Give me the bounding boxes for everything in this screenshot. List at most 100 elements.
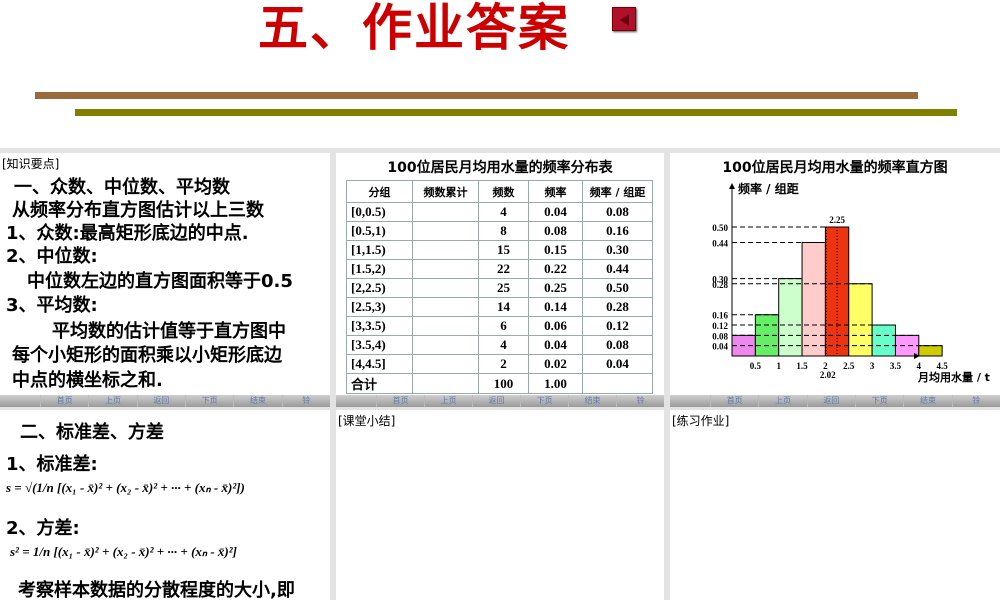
table-cell: 0.22: [528, 259, 583, 279]
nav-bar: 首页 上页 返回 下页 结束铃: [0, 395, 330, 407]
table-cell: 8: [478, 221, 529, 241]
x-axis-label: 月均用水量 / t: [917, 370, 990, 384]
table-cell: 0.28: [582, 297, 653, 317]
text-line: 2、方差:: [6, 518, 80, 539]
nav-button[interactable]: 首页: [40, 395, 88, 407]
divider-brown: [35, 92, 918, 99]
nav-button[interactable]: 铃: [281, 395, 330, 407]
y-axis-label: 频率 / 组距: [738, 181, 799, 196]
table-cell: 100: [478, 373, 529, 394]
histogram-bar: [778, 278, 803, 357]
table-row: [1.5,2) 22 0.22 0.44: [346, 259, 653, 279]
table-cell: [1.5,2): [346, 259, 413, 279]
nav-button[interactable]: 结束: [568, 395, 616, 407]
nav-button[interactable]: 上页: [424, 395, 472, 407]
table-cell: 0.08: [582, 202, 653, 222]
table-cell: [582, 373, 653, 394]
x-tick-label: 2.5: [843, 361, 855, 371]
table-cell: 0.04: [528, 202, 583, 222]
table-cell: 0.04: [528, 335, 583, 355]
nav-button[interactable]: 结束: [903, 395, 951, 407]
table-row: 合计 100 1.00: [346, 373, 653, 394]
nav-button[interactable]: 铃: [951, 395, 1000, 407]
panel-exercise[interactable]: [练习作业]: [670, 410, 1000, 600]
text-line: 中点的横坐标之和.: [12, 370, 163, 391]
slide-title: 五、作业答案: [258, 0, 570, 57]
x-tick-label: 3.5: [890, 361, 902, 371]
table-cell: 0.12: [582, 316, 653, 336]
nav-button[interactable]: 返回: [806, 395, 855, 407]
histogram-bar: [801, 241, 826, 357]
table-cell: 4: [478, 202, 529, 222]
table-cell: 0.44: [582, 259, 653, 279]
nav-button[interactable]: 铃: [616, 395, 664, 407]
std-formula: s = √(1/n [(x₁ - x̄)² + (x₂ - x̄)² + ···…: [6, 480, 245, 495]
x-tick-label: 3: [870, 361, 875, 371]
median-annotation: 2.02: [820, 370, 836, 380]
table-cell: 2: [478, 354, 529, 374]
table-cell: 0.15: [528, 240, 583, 260]
table-cell: 25: [478, 278, 529, 298]
nav-button[interactable]: 返回: [472, 395, 520, 407]
panel-knowledge[interactable]: [知识要点] 一、众数、中位数、平均数 从频率分布直方图估计以上三数 1、众数:…: [0, 153, 330, 407]
x-tick-label: 1: [776, 361, 781, 371]
panel-histogram[interactable]: 100位居民月均用水量的频率直方图 频率 / 组距 月均用水量 / t 0.50 0.…: [670, 153, 1000, 407]
text-line: 1、标准差:: [6, 454, 98, 475]
y-tick-label: 0.16: [712, 311, 728, 321]
table-cell: 0.08: [528, 221, 583, 241]
table-cell: [2,2.5): [346, 278, 413, 298]
panel-tag: [练习作业]: [672, 414, 730, 428]
table-row: [2,2.5) 25 0.25 0.50: [346, 278, 653, 298]
table-cell: [412, 316, 479, 336]
variance-formula: s² = 1/n [(x₁ - x̄)² + (x₂ - x̄)² + ··· …: [10, 544, 237, 559]
panel-summary[interactable]: [课堂小结]: [336, 410, 664, 600]
table-row: [0.5,1) 8 0.08 0.16: [346, 221, 653, 241]
nav-button[interactable]: 下页: [520, 395, 568, 407]
y-tick-label: 0.44: [712, 238, 728, 248]
table-cell: 合计: [346, 373, 413, 394]
table-cell: [0.5,1): [346, 221, 413, 241]
thumbnail-grid: [知识要点] 一、众数、中位数、平均数 从频率分布直方图估计以上三数 1、众数:…: [0, 148, 1000, 600]
table-cell: [412, 202, 479, 222]
nav-button[interactable]: 下页: [184, 395, 233, 407]
nav-button[interactable]: 返回: [136, 395, 185, 407]
panel-variance[interactable]: 二、标准差、方差 1、标准差: s = √(1/n [(x₁ - x̄)² + …: [0, 410, 330, 600]
text-line: 2、中位数:: [6, 246, 98, 267]
table-row: [3,3.5) 6 0.06 0.12: [346, 316, 653, 336]
histogram-bar: [824, 226, 850, 357]
nav-button[interactable]: 上页: [758, 395, 806, 407]
x-tick-label: 4.5: [937, 361, 949, 371]
table-cell: [412, 354, 479, 374]
table-cell: 0.04: [582, 354, 653, 374]
table-cell: [0,0.5): [346, 202, 413, 222]
panel-table[interactable]: 100位居民月均用水量的频率分布表 分组 频数累计 频数 频率 频率 / 组距 [0,0.…: [336, 153, 664, 407]
sound-back-button[interactable]: [612, 7, 636, 31]
table-title: 100位居民月均用水量的频率分布表: [387, 160, 613, 176]
nav-button[interactable]: 首页: [376, 395, 424, 407]
histogram-bar: [918, 345, 943, 357]
table-cell: [4,4.5]: [346, 354, 413, 374]
y-tick-label: 0.50: [712, 223, 728, 233]
table-cell: [412, 278, 479, 298]
table-cell: [1,1.5): [346, 240, 413, 260]
histogram-bar: [848, 283, 873, 357]
table-cell: 0.08: [582, 335, 653, 355]
histogram-bar: [894, 334, 920, 357]
nav-button[interactable]: 首页: [710, 395, 758, 407]
x-tick-label: 1.5: [796, 361, 808, 371]
text-line: 平均数的估计值等于直方图中: [52, 321, 286, 342]
column-header: 频率 / 组距: [582, 180, 653, 203]
y-axis-arrow: [729, 183, 735, 189]
nav-button[interactable]: 下页: [854, 395, 903, 407]
text-line: 中位数左边的直方图面积等于0.5: [27, 271, 293, 292]
column-header: 频数累计: [412, 180, 479, 203]
panel-tag: [课堂小结]: [338, 414, 396, 428]
x-tick-label: 0.5: [750, 361, 762, 371]
frequency-table: 分组 频数累计 频数 频率 频率 / 组距 [0,0.5) 4 0.04 0.08 [0.5,1)…: [346, 180, 653, 394]
text-line: 二、标准差、方差: [20, 422, 164, 443]
nav-button[interactable]: 上页: [88, 395, 136, 407]
table-cell: [2.5,3): [346, 297, 413, 317]
nav-bar: 首页 上页 返回 下页 结束铃: [336, 395, 664, 407]
nav-button[interactable]: 结束: [233, 395, 281, 407]
table-cell: [412, 297, 479, 317]
